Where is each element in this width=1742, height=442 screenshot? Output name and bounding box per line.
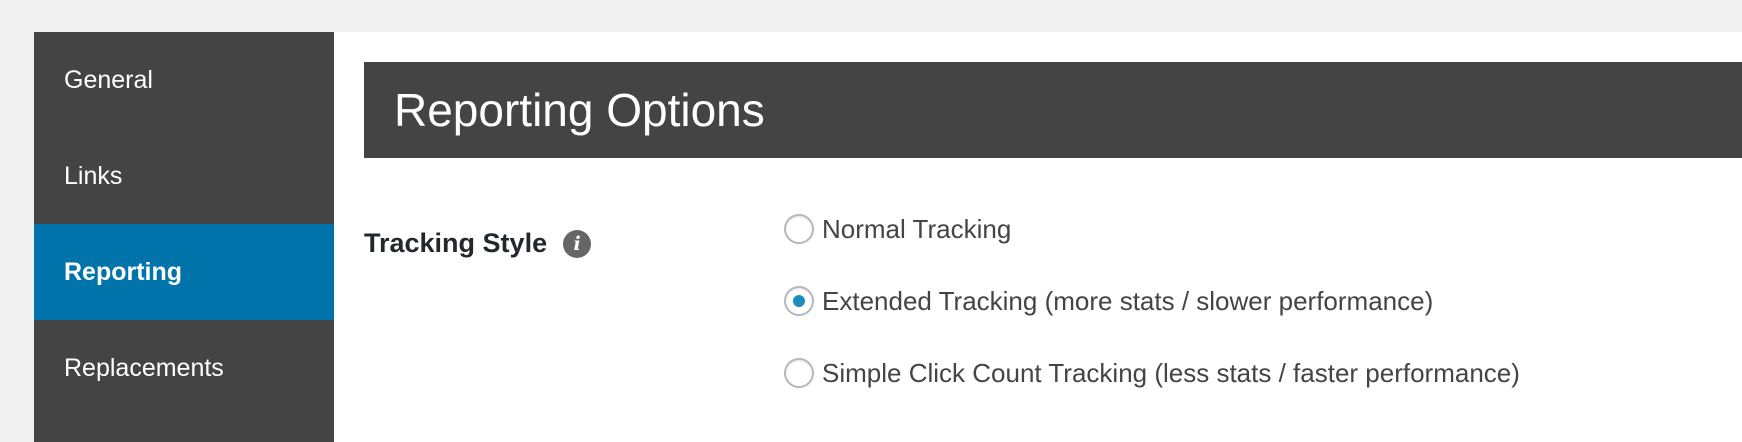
tracking-style-label-text: Tracking Style <box>364 228 548 258</box>
sidebar-item-label: General <box>64 65 153 94</box>
sidebar-item-label: Replacements <box>64 353 224 382</box>
sidebar-item-label: Links <box>64 161 123 190</box>
sidebar-item-label: Reporting <box>64 257 183 286</box>
radio-option-extended-tracking[interactable]: Extended Tracking (more stats / slower p… <box>784 283 1520 319</box>
sidebar: General Links Reporting Replacements <box>34 32 334 442</box>
radio-normal-tracking[interactable] <box>784 214 814 244</box>
radio-label: Normal Tracking <box>822 213 1012 244</box>
section-header: Reporting Options <box>364 62 1742 158</box>
radio-option-simple-click-count[interactable]: Simple Click Count Tracking (less stats … <box>784 355 1520 391</box>
tracking-style-options: Normal Tracking Extended Tracking (more … <box>784 211 1520 427</box>
sidebar-item-general[interactable]: General <box>34 32 334 128</box>
info-icon[interactable]: i <box>563 229 592 258</box>
tracking-style-label: Tracking Style i <box>364 228 592 259</box>
radio-simple-click-count[interactable] <box>784 358 814 388</box>
radio-label: Extended Tracking (more stats / slower p… <box>822 285 1434 316</box>
sidebar-item-links[interactable]: Links <box>34 128 334 224</box>
radio-label: Simple Click Count Tracking (less stats … <box>822 357 1520 388</box>
radio-extended-tracking[interactable] <box>784 286 814 316</box>
radio-option-normal-tracking[interactable]: Normal Tracking <box>784 211 1520 247</box>
page-title: Reporting Options <box>394 84 765 136</box>
settings-frame: General Links Reporting Replacements Rep… <box>34 32 1742 442</box>
tracking-style-row: Tracking Style i Normal Tracking Extende… <box>364 158 1742 398</box>
main-content: Reporting Options Tracking Style i Norma… <box>334 32 1742 442</box>
sidebar-item-reporting[interactable]: Reporting <box>34 224 334 320</box>
sidebar-item-replacements[interactable]: Replacements <box>34 320 334 416</box>
